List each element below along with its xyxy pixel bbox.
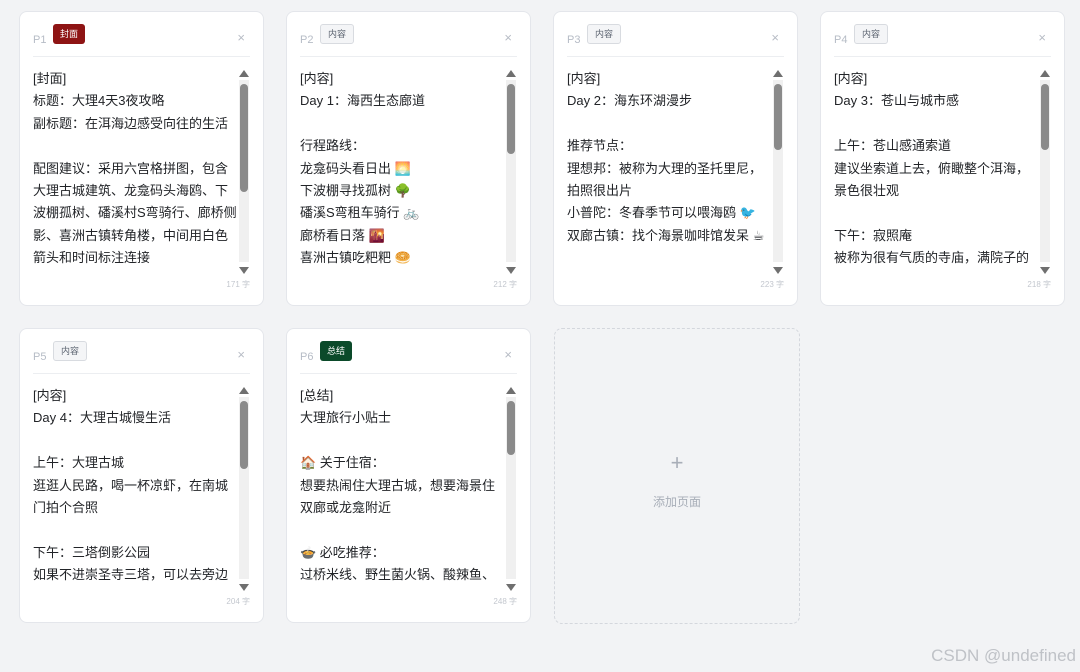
card-header: P2 内容 × bbox=[300, 24, 517, 57]
char-count: 223 字 bbox=[760, 280, 784, 289]
page-number: P6 bbox=[300, 351, 314, 363]
scroll-down-arrow[interactable] bbox=[773, 267, 783, 274]
scroll-thumb[interactable] bbox=[240, 84, 248, 192]
char-count: 171 字 bbox=[226, 280, 250, 289]
page-content-textarea[interactable]: [封面] 标题：大理4天3夜攻略 副标题：在洱海边感受向往的生活 配图建议：采用… bbox=[33, 68, 237, 275]
char-count: 248 字 bbox=[493, 597, 517, 606]
scroll-up-arrow[interactable] bbox=[773, 70, 783, 77]
page-card-p4[interactable]: P4 内容 × [内容] Day 3：苍山与城市感 上午：苍山感通索道 建议坐索… bbox=[820, 11, 1065, 306]
page-content-textarea[interactable]: [内容] Day 1：海西生态廊道 行程路线： 龙龛码头看日出 🌅 下波棚寻找孤… bbox=[300, 68, 504, 275]
add-page-label: 添加页面 bbox=[652, 495, 701, 509]
close-icon[interactable]: × bbox=[1038, 30, 1046, 45]
close-icon[interactable]: × bbox=[237, 347, 245, 362]
page-card-p5[interactable]: P5 内容 × [内容] Day 4：大理古城慢生活 上午：大理古城 逛逛人民路… bbox=[19, 328, 264, 623]
page-content-textarea[interactable]: [总结] 大理旅行小贴士 🏠 关于住宿： 想要热闹住大理古城，想要海景住双廊或龙… bbox=[300, 385, 504, 592]
scroll-up-arrow[interactable] bbox=[1040, 70, 1050, 77]
scroll-track[interactable] bbox=[239, 397, 249, 579]
page-card-p3[interactable]: P3 内容 × [内容] Day 2：海东环湖漫步 推荐节点： 理想邦：被称为大… bbox=[553, 11, 798, 306]
page-type-tag: 内容 bbox=[53, 341, 88, 361]
scrollbar[interactable] bbox=[506, 70, 517, 274]
close-icon[interactable]: × bbox=[237, 30, 245, 45]
scroll-up-arrow[interactable] bbox=[506, 70, 516, 77]
page-number: P4 bbox=[834, 34, 848, 46]
page-number: P1 bbox=[33, 34, 47, 46]
scroll-down-arrow[interactable] bbox=[506, 267, 516, 274]
scroll-thumb[interactable] bbox=[507, 84, 515, 154]
scroll-track[interactable] bbox=[506, 80, 516, 262]
scroll-track[interactable] bbox=[773, 80, 783, 262]
scroll-thumb[interactable] bbox=[240, 401, 248, 469]
page-content-textarea[interactable]: [内容] Day 4：大理古城慢生活 上午：大理古城 逛逛人民路，喝一杯凉虾，在… bbox=[33, 385, 237, 592]
scroll-thumb[interactable] bbox=[774, 84, 782, 150]
page-content-textarea[interactable]: [内容] Day 2：海东环湖漫步 推荐节点： 理想邦：被称为大理的圣托里尼，拍… bbox=[567, 68, 771, 275]
scroll-down-arrow[interactable] bbox=[1040, 267, 1050, 274]
page-number: P2 bbox=[300, 34, 314, 46]
scroll-down-arrow[interactable] bbox=[506, 584, 516, 591]
char-count: 204 字 bbox=[226, 597, 250, 606]
scrollbar[interactable] bbox=[506, 387, 517, 591]
watermark: CSDN @undefined bbox=[931, 646, 1076, 665]
scrollbar[interactable] bbox=[239, 387, 250, 591]
page-card-p6[interactable]: P6 总结 × [总结] 大理旅行小贴士 🏠 关于住宿： 想要热闹住大理古城，想… bbox=[286, 328, 531, 623]
scroll-up-arrow[interactable] bbox=[506, 387, 516, 394]
card-header: P1 封面 × bbox=[33, 24, 250, 57]
page-type-tag: 内容 bbox=[587, 24, 622, 44]
page-type-tag: 总结 bbox=[320, 341, 353, 361]
scrollbar[interactable] bbox=[1040, 70, 1051, 274]
page-number: P5 bbox=[33, 351, 47, 363]
page-type-tag: 封面 bbox=[53, 24, 86, 44]
scroll-thumb[interactable] bbox=[1041, 84, 1049, 150]
scroll-down-arrow[interactable] bbox=[239, 584, 249, 591]
plus-icon: + bbox=[670, 450, 684, 475]
scroll-up-arrow[interactable] bbox=[239, 387, 249, 394]
page-card-p1[interactable]: P1 封面 × [封面] 标题：大理4天3夜攻略 副标题：在洱海边感受向往的生活… bbox=[19, 11, 264, 306]
scroll-down-arrow[interactable] bbox=[239, 267, 249, 274]
scrollbar[interactable] bbox=[239, 70, 250, 274]
card-header: P5 内容 × bbox=[33, 341, 250, 374]
scroll-track[interactable] bbox=[239, 80, 249, 262]
page-type-tag: 内容 bbox=[854, 24, 889, 44]
card-header: P6 总结 × bbox=[300, 341, 517, 374]
close-icon[interactable]: × bbox=[504, 347, 512, 362]
page-number: P3 bbox=[567, 34, 581, 46]
close-icon[interactable]: × bbox=[504, 30, 512, 45]
scroll-up-arrow[interactable] bbox=[239, 70, 249, 77]
page-content-textarea[interactable]: [内容] Day 3：苍山与城市感 上午：苍山感通索道 建议坐索道上去，俯瞰整个… bbox=[834, 68, 1038, 275]
close-icon[interactable]: × bbox=[771, 30, 779, 45]
char-count: 218 字 bbox=[1027, 280, 1051, 289]
scrollbar[interactable] bbox=[773, 70, 784, 274]
card-header: P4 内容 × bbox=[834, 24, 1051, 57]
card-header: P3 内容 × bbox=[567, 24, 784, 57]
add-page-button[interactable]: + 添加页面 bbox=[554, 328, 800, 624]
char-count: 212 字 bbox=[493, 280, 517, 289]
scroll-thumb[interactable] bbox=[507, 401, 515, 455]
page-card-p2[interactable]: P2 内容 × [内容] Day 1：海西生态廊道 行程路线： 龙龛码头看日出 … bbox=[286, 11, 531, 306]
page-type-tag: 内容 bbox=[320, 24, 355, 44]
scroll-track[interactable] bbox=[506, 397, 516, 579]
scroll-track[interactable] bbox=[1040, 80, 1050, 262]
